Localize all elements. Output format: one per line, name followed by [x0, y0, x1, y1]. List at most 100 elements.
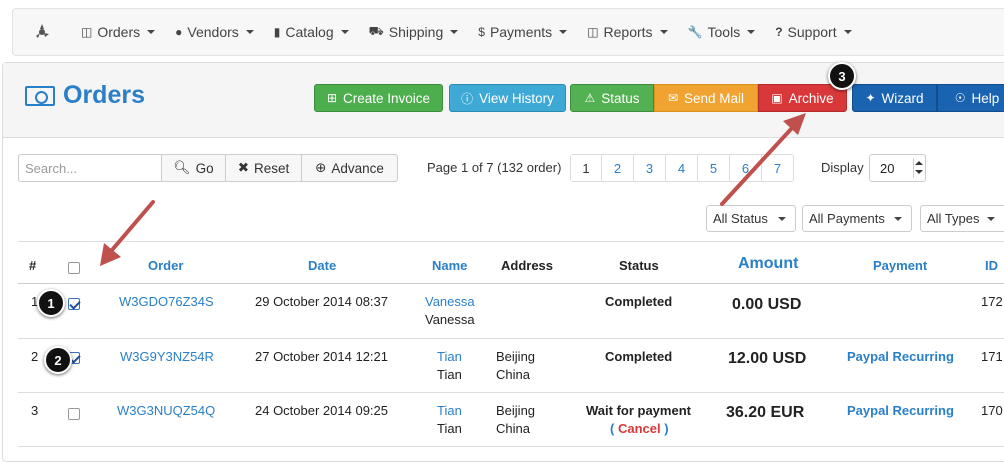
nav-reports[interactable]: ◫ Reports — [577, 9, 677, 55]
payment-method: Paypal Recurring — [847, 403, 954, 418]
nav-orders[interactable]: ◫ Orders — [71, 9, 165, 55]
order-id: 171 — [981, 349, 1003, 364]
page-info: Page 1 of 7 (132 order) — [427, 160, 562, 175]
address-city: Beijing — [496, 403, 536, 418]
order-amount: 12.00 USD — [728, 350, 807, 367]
plus-square-icon: ⊞ — [326, 91, 337, 105]
page-6[interactable]: 6 — [730, 154, 762, 182]
order-status: Wait for payment — [586, 403, 691, 418]
row-divider — [18, 392, 1004, 393]
page-4[interactable]: 4 — [666, 154, 698, 182]
order-status: Completed — [605, 349, 673, 364]
nav-shipping[interactable]: ⛟ Shipping — [359, 9, 469, 55]
customer-name-link[interactable]: Tian — [437, 348, 462, 366]
archive-icon: ▣ — [771, 91, 783, 105]
col-header-status: Status — [619, 258, 659, 273]
nav-catalog[interactable]: ▮ Catalog — [264, 9, 359, 55]
cancel-link[interactable]: Cancel — [618, 421, 661, 436]
order-status: Completed — [605, 294, 673, 309]
search-icon: 🔍︎ — [173, 160, 191, 175]
bookmark-icon: ▮ — [273, 25, 281, 39]
caret-down-icon — [340, 30, 349, 34]
row-number: 2 — [31, 349, 39, 364]
col-header-id[interactable]: ID — [985, 258, 998, 273]
page-2[interactable]: 2 — [602, 154, 634, 182]
col-header-payment[interactable]: Payment — [873, 258, 927, 273]
order-amount: 36.20 EUR — [726, 404, 805, 421]
caret-down-icon — [245, 30, 254, 34]
col-header-num: # — [29, 258, 37, 273]
money-icon: ◫ — [587, 25, 599, 39]
nav-payments[interactable]: $ Payments — [468, 9, 577, 55]
search-input[interactable]: Search... — [18, 154, 162, 182]
user-icon: ● — [175, 25, 183, 39]
select-all-checkbox[interactable] — [68, 262, 80, 274]
page-7[interactable]: 7 — [762, 154, 794, 182]
order-link[interactable]: W3G3NUQZ54Q — [117, 402, 215, 420]
row-checkbox[interactable] — [68, 298, 80, 310]
cancel-wrapper: ( Cancel ) — [610, 421, 669, 436]
table-top-border — [18, 241, 1004, 242]
reset-button[interactable]: ✖ Reset — [226, 154, 302, 182]
wrench-icon: 🔧 — [687, 25, 703, 39]
order-amount: 0.00 USD — [732, 296, 802, 313]
magic-wand-icon: ✦ — [865, 91, 876, 105]
money-icon — [25, 85, 55, 106]
payments-filter-select[interactable]: All Payments — [802, 205, 912, 232]
customer-name: Tian — [437, 367, 462, 382]
nav-vendors[interactable]: ● Vendors — [165, 9, 264, 55]
dollar-icon: $ — [478, 25, 485, 39]
table-header-border — [18, 283, 1004, 284]
col-header-address: Address — [501, 258, 554, 273]
status-filter-select[interactable]: All Status — [706, 205, 796, 232]
order-date: 24 October 2014 09:25 — [255, 403, 388, 418]
send-mail-button[interactable]: ✉ Send Mail — [654, 84, 758, 112]
display-label: Display — [821, 160, 864, 175]
col-header-date[interactable]: Date — [308, 258, 336, 273]
order-date: 29 October 2014 08:37 — [255, 294, 388, 309]
col-header-name[interactable]: Name — [432, 258, 467, 273]
logo-icon[interactable] — [13, 22, 71, 42]
customer-name-link[interactable]: Vanessa — [425, 293, 475, 311]
help-button[interactable]: ☉ Help — [937, 84, 1004, 112]
row-checkbox[interactable] — [68, 408, 80, 420]
order-date: 27 October 2014 12:21 — [255, 349, 388, 364]
truck-icon: ⛟ — [368, 24, 384, 38]
pagination: 1 2 3 4 5 6 7 — [570, 154, 794, 182]
callout-badge-3: 3 — [828, 62, 856, 90]
order-id: 172 — [981, 294, 1003, 309]
top-navbar: ◫ Orders ● Vendors ▮ Catalog ⛟ Shipping $ Pay… — [12, 8, 1004, 56]
callout-badge-2: 2 — [44, 346, 72, 374]
order-id: 170 — [981, 403, 1003, 418]
go-button[interactable]: 🔍︎ Go — [162, 154, 226, 182]
row-divider — [18, 338, 1004, 339]
nav-support[interactable]: ? Support — [765, 9, 861, 55]
wizard-button[interactable]: ✦ Wizard — [852, 84, 937, 112]
info-icon: ⓘ — [461, 91, 474, 106]
col-header-order[interactable]: Order — [148, 258, 183, 273]
create-invoice-button[interactable]: ⊞ Create Invoice — [314, 84, 443, 112]
spinner-icon[interactable] — [913, 158, 923, 178]
nav-tools[interactable]: 🔧 Tools — [678, 9, 766, 55]
types-filter-select[interactable]: All Types — [920, 205, 1004, 232]
page-3[interactable]: 3 — [634, 154, 666, 182]
col-header-amount[interactable]: Amount — [738, 255, 798, 273]
caret-down-icon — [659, 30, 668, 34]
order-link[interactable]: W3G9Y3NZ54R — [120, 348, 214, 366]
payment-method: Paypal Recurring — [847, 349, 954, 364]
row-number: 3 — [31, 403, 39, 418]
search-toolbar: Search... 🔍︎ Go ✖ Reset ⊕ Advance — [18, 154, 398, 182]
archive-button[interactable]: ▣ Archive — [758, 84, 847, 112]
page-1[interactable]: 1 — [570, 154, 602, 182]
order-link[interactable]: W3GDO76Z34S — [119, 293, 214, 311]
question-icon: ? — [775, 25, 783, 39]
display-count-select[interactable]: 20 — [869, 154, 926, 182]
caret-down-icon — [843, 30, 852, 34]
caret-down-icon — [894, 217, 902, 221]
status-button[interactable]: ⚠ Status — [570, 84, 654, 112]
advance-button[interactable]: ⊕ Advance — [302, 154, 398, 182]
customer-name-link[interactable]: Tian — [437, 402, 462, 420]
page-5[interactable]: 5 — [698, 154, 730, 182]
view-history-button[interactable]: ⓘ View History — [449, 84, 566, 112]
caret-down-icon — [987, 217, 995, 221]
